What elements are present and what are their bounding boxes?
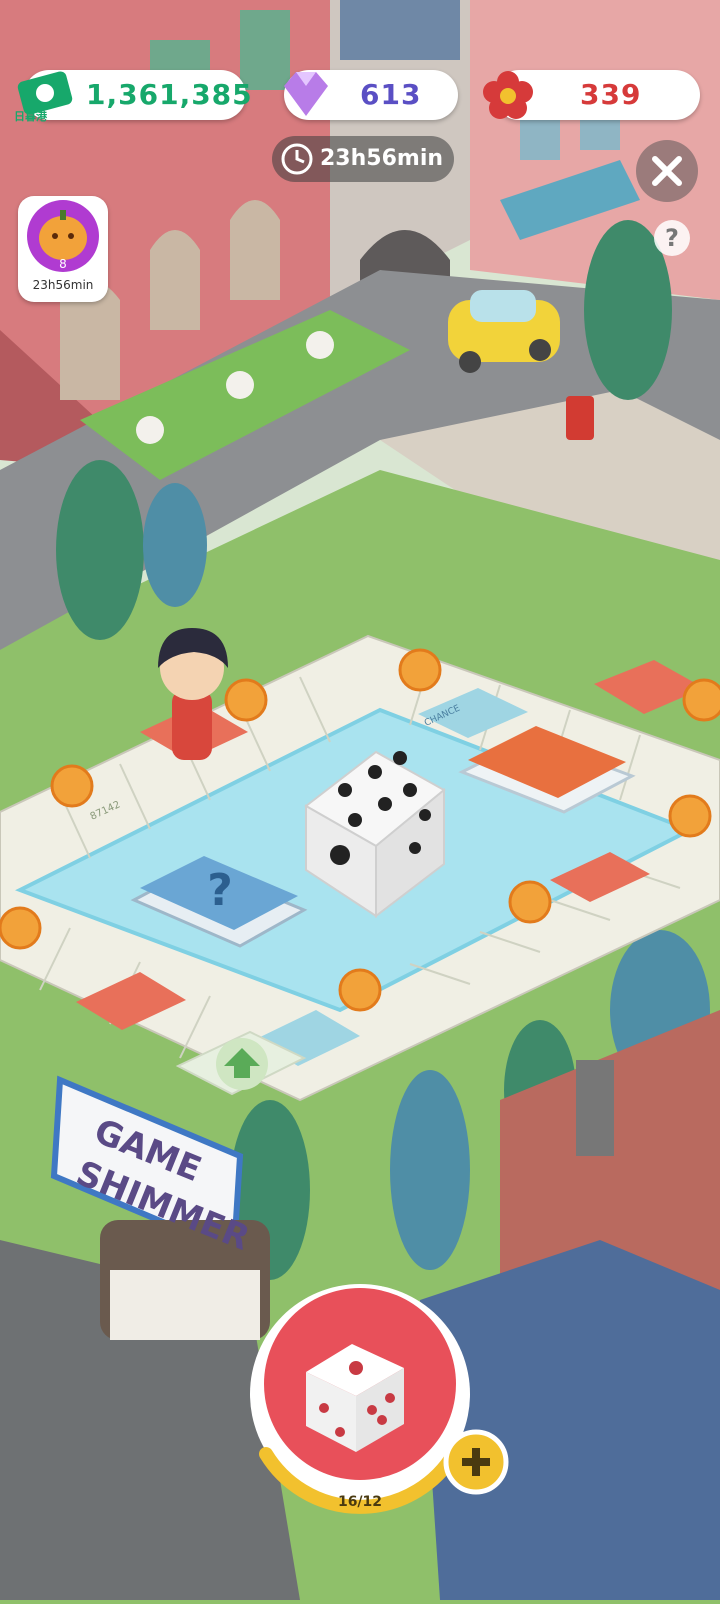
gem-icon	[284, 72, 328, 116]
add-rolls-button[interactable]	[446, 1432, 506, 1492]
flower-value: 339	[580, 78, 642, 111]
roll-dice-button[interactable]	[254, 1288, 466, 1500]
cash-counter[interactable]: 1,361,385	[17, 70, 252, 120]
timer-text: 23h56min	[320, 146, 444, 171]
event-time: 23h56min	[32, 278, 94, 292]
roll-counter: 16/12	[337, 1494, 383, 1510]
event-badge-text: 8	[59, 257, 67, 271]
svg-text:?: ?	[207, 865, 233, 916]
close-icon	[652, 156, 682, 186]
clock-icon	[281, 143, 313, 175]
help-button[interactable]: ?	[654, 220, 690, 256]
gem-counter[interactable]: 613	[284, 70, 458, 120]
event-badge[interactable]: 8 23h56min	[18, 196, 108, 302]
pumpkin-icon: 8	[27, 200, 99, 272]
dice-icon	[254, 1288, 255, 1289]
gem-value: 613	[360, 78, 422, 111]
question-icon: ?	[665, 224, 679, 252]
cash-label: 日暮港	[14, 110, 47, 123]
event-timer: 23h56min	[272, 136, 454, 182]
close-button[interactable]	[636, 140, 698, 202]
flower-icon	[483, 71, 533, 119]
cash-value: 1,361,385	[86, 78, 253, 111]
flower-counter[interactable]: 339	[483, 70, 700, 120]
